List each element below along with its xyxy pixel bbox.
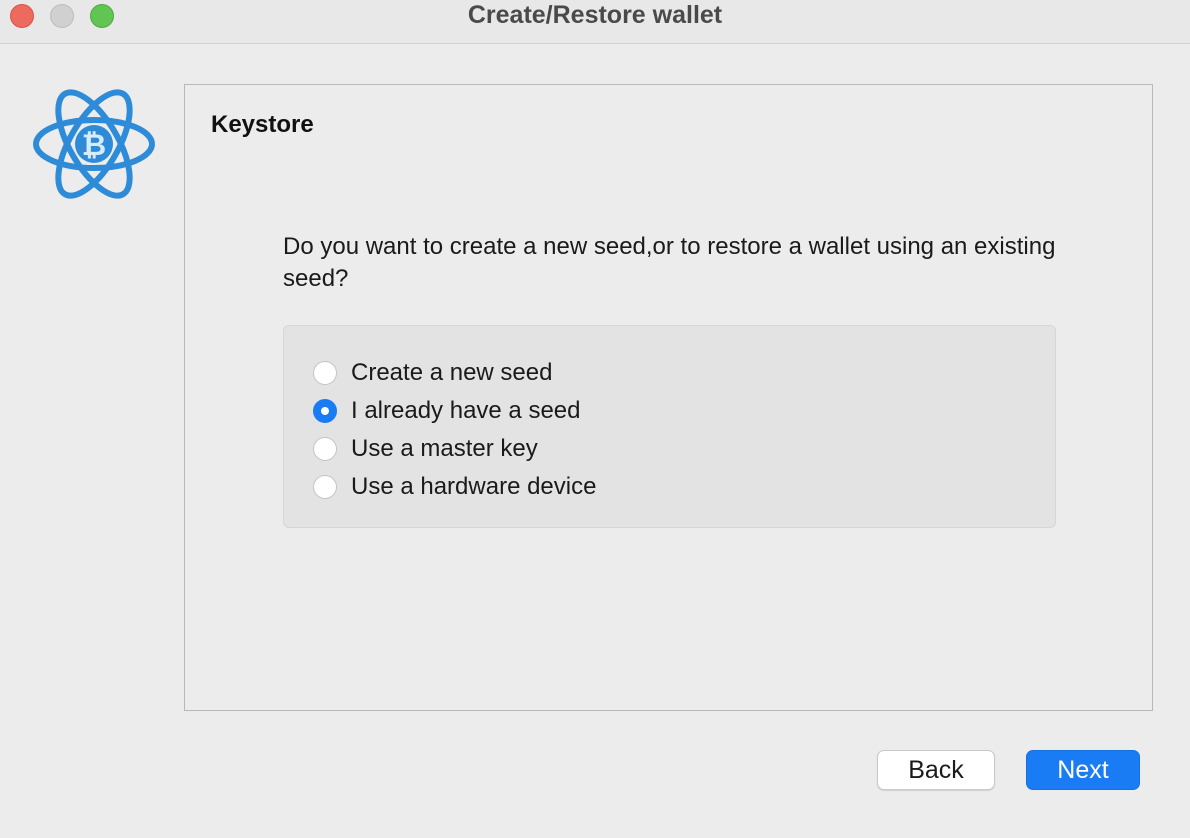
radio-master-key[interactable] bbox=[313, 437, 337, 461]
option-label: Use a master key bbox=[351, 435, 538, 462]
keystore-panel: Keystore Do you want to create a new see… bbox=[184, 84, 1153, 711]
option-hardware-device[interactable]: Use a hardware device bbox=[313, 472, 596, 502]
option-label: I already have a seed bbox=[351, 397, 581, 424]
panel-title: Keystore bbox=[211, 111, 314, 138]
window-title: Create/Restore wallet bbox=[467, 1, 723, 29]
back-button[interactable]: Back bbox=[877, 750, 995, 790]
option-create-new-seed[interactable]: Create a new seed bbox=[313, 358, 552, 388]
title-bar: Create/Restore wallet bbox=[0, 0, 1190, 44]
svg-text:₿: ₿ bbox=[82, 128, 106, 163]
seed-question-text: Do you want to create a new seed,or to r… bbox=[283, 233, 1056, 292]
option-label: Use a hardware device bbox=[351, 473, 597, 500]
radio-hardware-device[interactable] bbox=[313, 475, 337, 499]
option-master-key[interactable]: Use a master key bbox=[313, 434, 538, 464]
electrum-logo-icon: ₿ bbox=[31, 88, 157, 200]
option-already-have-seed[interactable]: I already have a seed bbox=[313, 396, 581, 426]
radio-create-new-seed[interactable] bbox=[313, 361, 337, 385]
option-label: Create a new seed bbox=[351, 359, 553, 386]
keystore-options-group: Create a new seed I already have a seed … bbox=[283, 325, 1056, 528]
radio-already-have-seed[interactable] bbox=[313, 399, 337, 423]
next-button[interactable]: Next bbox=[1026, 750, 1140, 790]
wallet-wizard-window: Create/Restore wallet ₿ Keystore Do you … bbox=[0, 0, 1190, 838]
